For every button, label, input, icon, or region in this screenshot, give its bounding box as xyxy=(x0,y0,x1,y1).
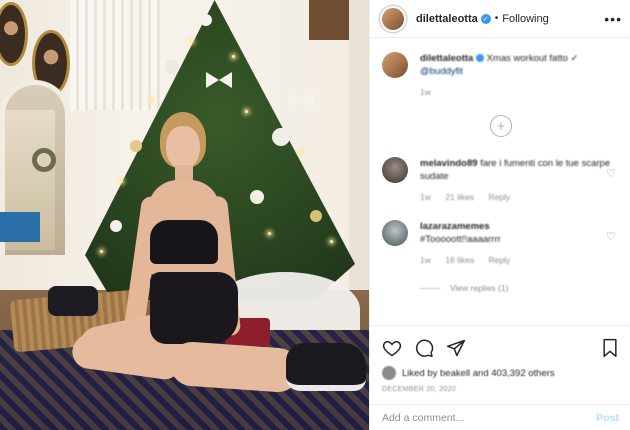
sports-bra xyxy=(150,220,218,264)
likes-summary[interactable]: Liked by beakell and 403,392 others xyxy=(382,366,619,380)
comment-username[interactable]: lazarazamemes xyxy=(420,221,490,232)
comment-time: 1w xyxy=(420,192,431,202)
comment-avatar[interactable] xyxy=(382,220,408,246)
comment-item: lazarazamemes #Tooooott!!aaaarrrr 1w 16 … xyxy=(382,220,620,267)
comment-body: lazarazamemes #Tooooott!!aaaarrrr 1w 16 … xyxy=(420,220,620,267)
comment-meta: 1w 16 likes Reply xyxy=(420,254,620,267)
add-comment-input[interactable] xyxy=(382,411,597,424)
verified-badge-icon xyxy=(475,54,484,63)
reply-button[interactable]: Reply xyxy=(488,255,510,265)
post-header: dilettaleotta ✓ • Following ••• xyxy=(370,0,630,38)
separator-dot: • xyxy=(494,13,499,24)
comment-meta: 1w 21 likes Reply xyxy=(420,191,620,204)
comment-body: melavindo89 fare i fumenti con le tue sc… xyxy=(420,157,620,204)
view-replies-button[interactable]: View replies (1) xyxy=(420,283,620,293)
likes-text: Liked by beakell and 403,392 others xyxy=(402,367,555,379)
add-comment-bar: Post xyxy=(370,404,630,430)
comment-username[interactable]: melavindo89 xyxy=(420,158,478,169)
wreath xyxy=(32,148,56,172)
more-options-icon[interactable]: ••• xyxy=(604,11,622,27)
comment-likes[interactable]: 16 likes xyxy=(445,255,474,265)
comment-text: #Tooooott!!aaaarrrr xyxy=(420,234,501,245)
following-button[interactable]: Following xyxy=(502,13,548,25)
header-username[interactable]: dilettaleotta xyxy=(416,13,478,25)
ornament xyxy=(272,128,290,146)
caption-meta: 1w xyxy=(420,86,620,99)
ornament xyxy=(130,140,142,152)
bag xyxy=(48,286,98,316)
caption-avatar[interactable] xyxy=(382,52,408,78)
like-heart-icon[interactable] xyxy=(382,338,402,358)
reply-button[interactable]: Reply xyxy=(488,192,510,202)
caption-body: dilettaleotta Xmas workout fatto ✓ @budd… xyxy=(420,52,620,99)
ornament xyxy=(200,14,212,26)
tree-light xyxy=(268,232,271,235)
comment-like-heart-icon[interactable]: ♡ xyxy=(606,230,618,243)
tree-light xyxy=(245,110,248,113)
ornament xyxy=(110,220,122,232)
load-more-comments: + xyxy=(382,115,620,137)
person-face xyxy=(166,126,200,170)
caption-time: 1w xyxy=(420,87,431,97)
shelf xyxy=(0,212,40,242)
comment-likes[interactable]: 21 likes xyxy=(445,192,474,202)
verified-badge-icon: ✓ xyxy=(480,13,491,24)
sneaker xyxy=(286,343,366,391)
bike-shorts xyxy=(150,272,238,344)
comment-avatar[interactable] xyxy=(382,157,408,183)
tree-light xyxy=(150,98,153,101)
post-actions: Liked by beakell and 403,392 others DECE… xyxy=(370,325,630,393)
tree-light xyxy=(120,180,123,183)
post-comment-button[interactable]: Post xyxy=(596,412,619,424)
tree-light xyxy=(330,240,333,243)
tree-light xyxy=(100,250,103,253)
ornament xyxy=(250,190,264,204)
comment-time: 1w xyxy=(420,255,431,265)
caption-item: dilettaleotta Xmas workout fatto ✓ @budd… xyxy=(382,52,620,99)
comment-like-heart-icon[interactable]: ♡ xyxy=(606,167,618,180)
caption-username[interactable]: dilettaleotta xyxy=(420,53,473,64)
tree-light xyxy=(232,55,235,58)
profile-avatar[interactable] xyxy=(380,5,406,32)
caption-text: Xmas workout fatto ✓ xyxy=(486,53,579,64)
post-side-panel: dilettaleotta ✓ • Following ••• dilettal… xyxy=(369,0,630,430)
tree-light xyxy=(300,150,303,153)
tree-light xyxy=(190,40,193,43)
ornament xyxy=(165,60,179,74)
post-date: DECEMBER 20, 2020 xyxy=(382,386,456,393)
load-more-plus-icon[interactable]: + xyxy=(490,115,512,137)
comments-list[interactable]: dilettaleotta Xmas workout fatto ✓ @budd… xyxy=(370,38,630,320)
comment-bubble-icon[interactable] xyxy=(414,338,434,358)
share-paper-plane-icon[interactable] xyxy=(446,338,466,358)
comment-item: melavindo89 fare i fumenti con le tue sc… xyxy=(382,157,620,204)
post-photo[interactable] xyxy=(0,0,369,430)
caption-mention-link[interactable]: @buddyfit xyxy=(420,66,463,77)
ornament xyxy=(310,210,322,222)
person-leg xyxy=(168,340,302,394)
curtain xyxy=(70,0,160,110)
action-icons-row xyxy=(382,336,619,360)
bookmark-save-icon[interactable] xyxy=(601,338,619,358)
door-frame xyxy=(349,0,369,300)
liker-avatar xyxy=(382,366,396,380)
